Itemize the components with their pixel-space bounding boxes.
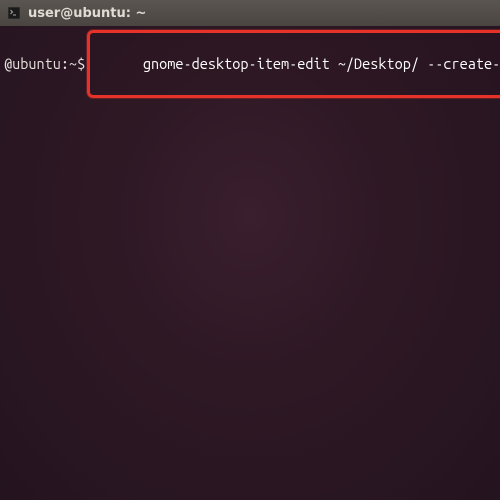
terminal-icon: [8, 7, 20, 19]
terminal-line: @ubuntu:~$ gnome-desktop-item-edit ~/Des…: [4, 30, 496, 98]
window-titlebar: user@ubuntu: ~: [0, 0, 500, 26]
terminal-viewport[interactable]: @ubuntu:~$ gnome-desktop-item-edit ~/Des…: [0, 26, 500, 500]
shell-command: gnome-desktop-item-edit ~/Desktop/ --cre…: [143, 55, 500, 72]
window-title: user@ubuntu: ~: [28, 6, 146, 21]
shell-prompt: @ubuntu:~$: [4, 54, 85, 74]
command-highlight-box: gnome-desktop-item-edit ~/Desktop/ --cre…: [87, 30, 500, 98]
